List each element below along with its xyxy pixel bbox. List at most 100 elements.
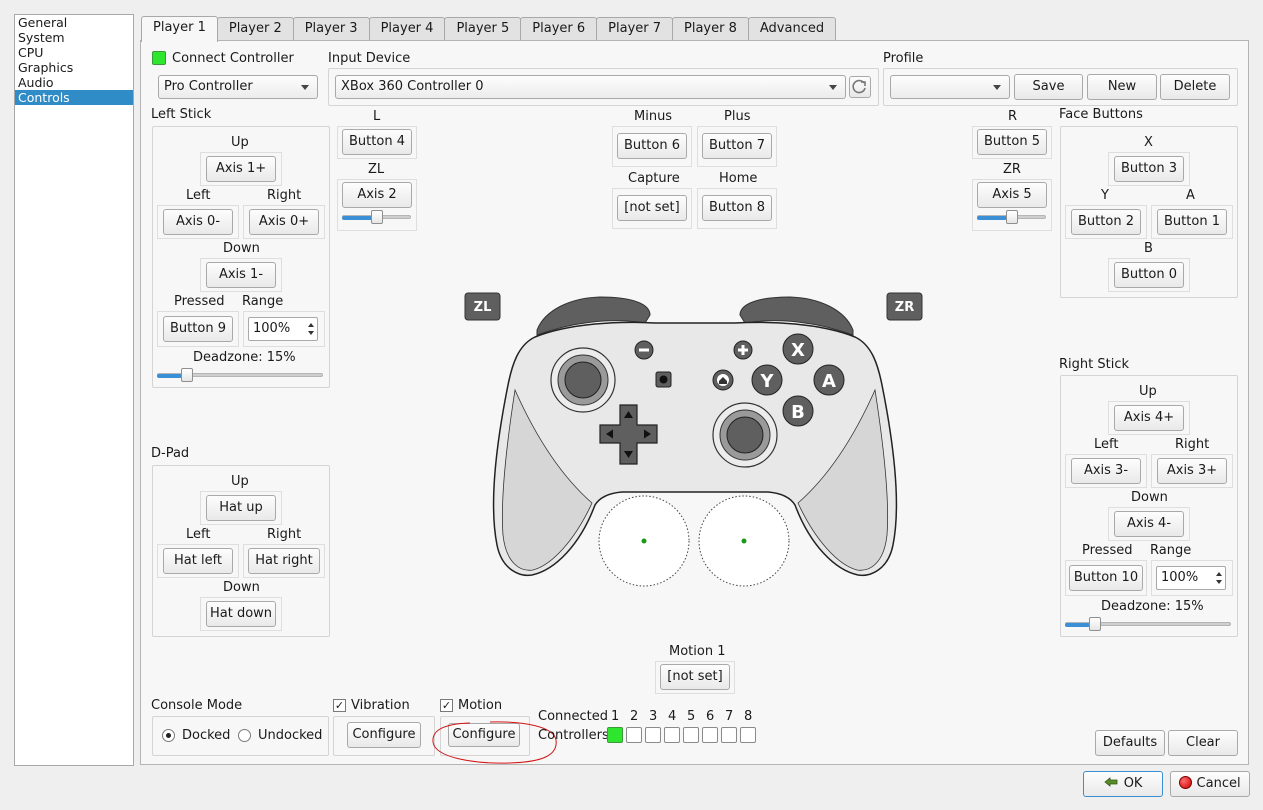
- face-y-button[interactable]: Button 2: [1071, 209, 1141, 235]
- profile-save-button[interactable]: Save: [1014, 74, 1083, 100]
- left-stick-pressed-button[interactable]: Button 9: [163, 316, 233, 342]
- right-stick-left-button[interactable]: Axis 3-: [1071, 458, 1141, 484]
- controller-slot-5[interactable]: [683, 727, 699, 743]
- right-stick-deadzone-handle[interactable]: [1089, 617, 1101, 631]
- tab-player-7[interactable]: Player 7: [596, 17, 674, 41]
- vibration-checkbox[interactable]: ✓: [333, 699, 346, 712]
- connect-controller-checkbox[interactable]: [152, 51, 166, 65]
- zr-label: ZR: [1003, 162, 1021, 177]
- face-b-button[interactable]: Button 0: [1114, 262, 1184, 288]
- tab-advanced[interactable]: Advanced: [747, 17, 837, 41]
- left-stick-range-value: 100%: [253, 321, 291, 336]
- left-stick-title: Left Stick: [151, 107, 212, 122]
- left-stick-range-spinbox[interactable]: 100%: [248, 317, 318, 341]
- defaults-button[interactable]: Defaults: [1095, 730, 1165, 756]
- right-stick-right-button[interactable]: Axis 3+: [1157, 458, 1227, 484]
- undocked-label: Undocked: [258, 728, 323, 743]
- settings-category-list[interactable]: General System CPU Graphics Audio Contro…: [14, 14, 134, 766]
- sidebar-item-graphics[interactable]: Graphics: [15, 60, 133, 75]
- right-stick-up-label: Up: [1139, 384, 1157, 399]
- tab-player-1[interactable]: Player 1: [141, 16, 218, 42]
- left-stick-up-button[interactable]: Axis 1+: [206, 156, 276, 182]
- cancel-button[interactable]: Cancel: [1170, 771, 1250, 797]
- right-stick-pressed-button[interactable]: Button 10: [1069, 565, 1143, 591]
- ok-button[interactable]: OK: [1083, 771, 1163, 797]
- motion-checkbox[interactable]: ✓: [440, 699, 453, 712]
- dpad-right-button[interactable]: Hat right: [248, 548, 320, 574]
- dpad-right-label: Right: [267, 527, 302, 542]
- tab-player-6[interactable]: Player 6: [520, 17, 598, 41]
- face-button-b-text: B: [791, 402, 805, 423]
- dpad-up-button[interactable]: Hat up: [206, 495, 276, 521]
- face-button-y-text: Y: [759, 371, 774, 392]
- right-stick-down-button[interactable]: Axis 4-: [1114, 511, 1184, 537]
- zl-trigger-badge[interactable]: ZL: [464, 292, 501, 321]
- controller-type-select[interactable]: Pro Controller: [158, 75, 318, 99]
- refresh-devices-button[interactable]: [849, 76, 871, 98]
- cancel-icon: [1179, 776, 1193, 789]
- capture-button[interactable]: [not set]: [617, 195, 687, 221]
- controller-slot-6[interactable]: [702, 727, 718, 743]
- chevron-down-icon: [829, 85, 837, 90]
- left-stick-left-button[interactable]: Axis 0-: [163, 209, 233, 235]
- undocked-radio[interactable]: [238, 729, 251, 742]
- zr-threshold-handle[interactable]: [1006, 210, 1018, 224]
- minus-button[interactable]: Button 6: [617, 133, 687, 159]
- controller-slot-8[interactable]: [740, 727, 756, 743]
- right-stick-right-label: Right: [1175, 437, 1210, 452]
- face-x-button[interactable]: Button 3: [1114, 156, 1184, 182]
- zr-button[interactable]: Axis 5: [977, 182, 1047, 208]
- tab-player-2[interactable]: Player 2: [216, 17, 294, 41]
- home-button[interactable]: Button 8: [702, 195, 772, 221]
- zl-threshold-handle[interactable]: [371, 210, 383, 224]
- tab-player-5[interactable]: Player 5: [444, 17, 522, 41]
- left-stick-range-label: Range: [242, 294, 284, 309]
- right-stick-down-label: Down: [1131, 490, 1168, 505]
- input-device-select[interactable]: XBox 360 Controller 0: [335, 75, 846, 99]
- spin-up-icon: [308, 323, 314, 327]
- right-stick-range-spinbox[interactable]: 100%: [1156, 566, 1226, 590]
- dpad-left-button[interactable]: Hat left: [163, 548, 233, 574]
- vibration-configure-button[interactable]: Configure: [347, 722, 421, 748]
- spin-down-icon: [1216, 580, 1222, 584]
- left-stick-down-button[interactable]: Axis 1-: [206, 262, 276, 288]
- right-stick-title: Right Stick: [1059, 357, 1130, 372]
- controller-slot-4[interactable]: [664, 727, 680, 743]
- dpad-up-label: Up: [231, 474, 249, 489]
- tab-player-8[interactable]: Player 8: [672, 17, 749, 41]
- profile-delete-button[interactable]: Delete: [1160, 74, 1230, 100]
- sidebar-item-controls[interactable]: Controls: [15, 90, 133, 105]
- clear-button[interactable]: Clear: [1168, 730, 1238, 756]
- controller-slot-3[interactable]: [645, 727, 661, 743]
- left-stick-deadzone-handle[interactable]: [181, 368, 193, 382]
- home-icon: [712, 369, 734, 391]
- face-a-button[interactable]: Button 1: [1157, 209, 1227, 235]
- sidebar-item-audio[interactable]: Audio: [15, 75, 133, 90]
- controller-slot-7[interactable]: [721, 727, 737, 743]
- connected-label-line1: Connected: [538, 709, 609, 724]
- controller-slot-2[interactable]: [626, 727, 642, 743]
- face-x-label: X: [1144, 135, 1153, 150]
- zr-trigger-badge[interactable]: ZR: [886, 292, 923, 321]
- left-stick-right-button[interactable]: Axis 0+: [249, 209, 319, 235]
- right-stick-up-button[interactable]: Axis 4+: [1114, 405, 1184, 431]
- l-button[interactable]: Button 4: [342, 129, 412, 155]
- motion-1-button[interactable]: [not set]: [660, 664, 730, 690]
- docked-radio[interactable]: [162, 729, 175, 742]
- controller-slot-1[interactable]: [607, 727, 623, 743]
- plus-button[interactable]: Button 7: [702, 133, 772, 159]
- tab-player-4[interactable]: Player 4: [368, 17, 446, 41]
- sidebar-item-cpu[interactable]: CPU: [15, 45, 133, 60]
- sidebar-item-system[interactable]: System: [15, 30, 133, 45]
- spin-up-icon: [1216, 572, 1222, 576]
- zr-threshold-fill: [977, 216, 1007, 220]
- dpad-down-button[interactable]: Hat down: [206, 601, 276, 627]
- ok-label: OK: [1123, 776, 1143, 791]
- tab-player-3[interactable]: Player 3: [292, 17, 370, 41]
- right-thumbstick: [712, 402, 778, 468]
- sidebar-item-general[interactable]: General: [15, 15, 133, 30]
- zl-button[interactable]: Axis 2: [342, 182, 412, 208]
- profile-select[interactable]: [890, 75, 1010, 99]
- profile-new-button[interactable]: New: [1087, 74, 1157, 100]
- r-button[interactable]: Button 5: [977, 129, 1047, 155]
